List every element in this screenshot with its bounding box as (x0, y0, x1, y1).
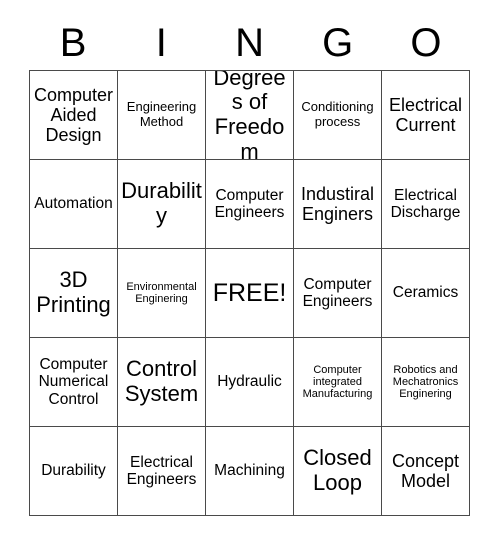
bingo-cell[interactable]: Electrical Current (382, 71, 470, 160)
bingo-cell[interactable]: Environmental Enginering (118, 249, 206, 338)
bingo-cell[interactable]: Concept Model (382, 427, 470, 516)
bingo-cell-label: Industiral Enginers (300, 183, 375, 224)
bingo-cell-label: Engineering Method (126, 99, 197, 129)
bingo-cell-label: Electrical Engineers (126, 453, 197, 488)
bingo-cell-label: Robotics and Mechatronics Enginering (392, 363, 459, 401)
bingo-cell[interactable]: Degrees of Freedom (206, 71, 294, 160)
bingo-cell-label: Control System (124, 356, 199, 406)
bingo-cell-label: Computer Numerical Control (38, 355, 109, 408)
bingo-free-space-label: FREE! (212, 279, 287, 307)
bingo-header-letter-o: O (410, 21, 442, 65)
bingo-card: B I N G O Computer Aided Design Engineeri… (0, 0, 500, 544)
bingo-header-letter-b: B (59, 21, 87, 65)
bingo-cell-label: Computer integrated Manufacturing (302, 363, 373, 401)
bingo-cell-label: Closed Loop (303, 445, 372, 495)
bingo-cell[interactable]: Robotics and Mechatronics Enginering (382, 338, 470, 427)
bingo-cell[interactable]: Ceramics (382, 249, 470, 338)
bingo-cell[interactable]: Engineering Method (118, 71, 206, 160)
bingo-cell-label: Computer Engineers (214, 186, 285, 221)
bingo-cell[interactable]: Machining (206, 427, 294, 516)
bingo-cell[interactable]: Conditioning process (294, 71, 382, 160)
bingo-cell[interactable]: Automation (30, 160, 118, 249)
bingo-grid: Computer Aided Design Engineering Method D… (29, 70, 470, 516)
bingo-cell-label: Conditioning process (301, 99, 374, 129)
bingo-cell-label: Computer Engineers (302, 275, 373, 310)
bingo-cell[interactable]: Hydraulic (206, 338, 294, 427)
bingo-cell-label: Electrical Discharge (390, 186, 461, 221)
bingo-cell[interactable]: Durability (118, 160, 206, 249)
bingo-cell-label: Durability (41, 462, 106, 480)
bingo-header-letter-i: I (155, 21, 167, 65)
bingo-cell[interactable]: Industiral Enginers (294, 160, 382, 249)
bingo-cell[interactable]: 3D Printing (30, 249, 118, 338)
bingo-cell-label: Hydraulic (217, 373, 282, 391)
bingo-cell[interactable]: Electrical Engineers (118, 427, 206, 516)
bingo-cell[interactable]: Control System (118, 338, 206, 427)
bingo-cell-label: 3D Printing (36, 267, 111, 317)
bingo-cell[interactable]: Computer Numerical Control (30, 338, 118, 427)
bingo-free-space-cell[interactable]: FREE! (206, 249, 294, 338)
bingo-cell[interactable]: Computer Aided Design (30, 71, 118, 160)
bingo-cell[interactable]: Closed Loop (294, 427, 382, 516)
bingo-cell[interactable]: Electrical Discharge (382, 160, 470, 249)
bingo-cell-label: Machining (214, 462, 285, 480)
bingo-cell-label: Automation (34, 195, 113, 213)
bingo-cell-label: Computer Aided Design (33, 84, 114, 146)
bingo-header: B I N G O (29, 18, 470, 68)
bingo-cell[interactable]: Computer integrated Manufacturing (294, 338, 382, 427)
bingo-cell[interactable]: Durability (30, 427, 118, 516)
bingo-cell-label: Concept Model (391, 450, 460, 491)
bingo-cell[interactable]: Computer Engineers (294, 249, 382, 338)
bingo-cell-label: Durability (121, 178, 202, 228)
bingo-cell-label: Environmental Enginering (126, 280, 197, 305)
bingo-cell-label: Electrical Current (388, 94, 463, 135)
bingo-cell-label: Ceramics (392, 284, 459, 302)
bingo-header-letter-n: N (235, 21, 264, 65)
bingo-header-letter-g: G (322, 21, 354, 65)
bingo-cell-label: Degrees of Freedom (213, 71, 286, 160)
bingo-cell[interactable]: Computer Engineers (206, 160, 294, 249)
